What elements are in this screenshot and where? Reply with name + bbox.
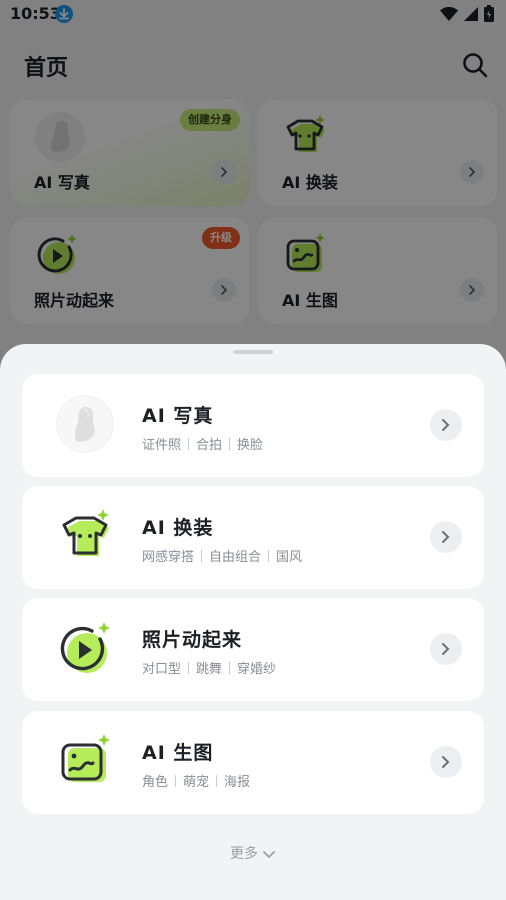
portrait-icon [56,395,114,453]
tag-divider [175,775,177,787]
tag-divider [229,662,231,674]
tag: 跳舞 [196,662,223,677]
card-title: AI 写真 [142,405,214,427]
tag-divider [188,438,190,450]
tag: 国风 [276,550,303,565]
card-title: AI 生图 [142,742,214,764]
card-ai-image[interactable]: AI 生图 角色 萌宠 海报 [22,711,484,814]
sheet-drag-handle[interactable] [233,350,273,354]
tag-divider [216,775,218,787]
play-icon [56,619,114,677]
card-animate-photo[interactable]: 照片动起来 对口型 跳舞 穿婚纱 [22,598,484,701]
card-tags: 证件照 合拍 换脸 [142,434,263,453]
card-title: 照片动起来 [142,629,243,651]
tag: 角色 [142,775,169,790]
tag: 对口型 [142,662,182,677]
tag: 网感穿搭 [142,550,195,565]
tag: 合拍 [196,438,223,453]
tag-divider [229,438,231,450]
card-title: AI 换装 [142,517,214,539]
chevron-down-icon [263,851,275,859]
card-tags: 角色 萌宠 海报 [142,771,250,790]
tshirt-icon [56,507,114,565]
more-label: 更多 [230,846,258,862]
tag: 自由组合 [209,550,262,565]
chevron-right-icon[interactable] [430,633,462,665]
bottom-sheet: AI 写真 证件照 合拍 换脸 AI 换装 网感穿搭 自由组合 国风 照片动起来 对口型… [0,344,506,900]
chevron-right-icon[interactable] [430,521,462,553]
card-ai-outfit[interactable]: AI 换装 网感穿搭 自由组合 国风 [22,486,484,589]
tag: 换脸 [237,438,264,453]
card-tags: 对口型 跳舞 穿婚纱 [142,658,276,677]
tag: 萌宠 [183,775,210,790]
card-tags: 网感穿搭 自由组合 国风 [142,546,302,565]
card-ai-portrait[interactable]: AI 写真 证件照 合拍 换脸 [22,374,484,477]
image-gen-icon [56,732,114,790]
chevron-right-icon[interactable] [430,409,462,441]
chevron-right-icon[interactable] [430,746,462,778]
tag: 穿婚纱 [237,662,277,677]
tag: 证件照 [142,438,182,453]
tag-divider [268,550,270,562]
tag-divider [188,662,190,674]
tag: 海报 [224,775,251,790]
more-button[interactable]: 更多 [0,843,506,863]
tag-divider [201,550,203,562]
